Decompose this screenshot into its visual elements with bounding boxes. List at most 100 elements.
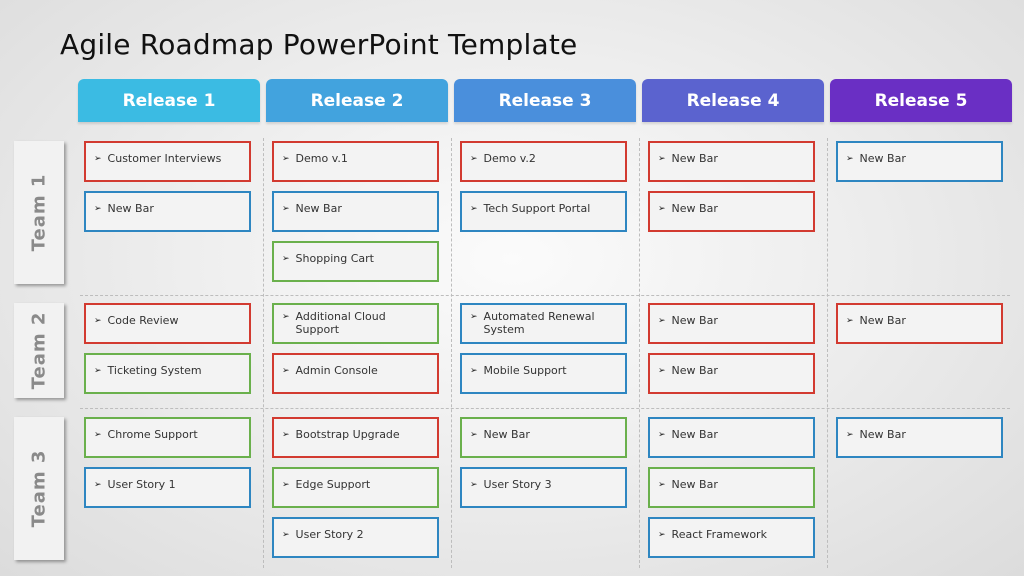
roadmap-item[interactable]: ➢ Demo v.1: [272, 141, 439, 182]
page-title: Agile Roadmap PowerPoint Template: [60, 28, 578, 61]
roadmap-item[interactable]: ➢ New Bar: [648, 191, 815, 232]
roadmap-item[interactable]: ➢ Tech Support Portal: [460, 191, 627, 232]
roadmap-item[interactable]: ➢ Ticketing System: [84, 353, 251, 394]
arrowhead-bullet-icon: ➢: [470, 154, 478, 164]
arrowhead-bullet-icon: ➢: [658, 154, 666, 164]
roadmap-item-label: Edge Support: [295, 478, 371, 491]
roadmap-item[interactable]: ➢ Admin Console: [272, 353, 439, 394]
arrowhead-bullet-icon: ➢: [658, 530, 666, 540]
team-label-text: Team 1: [28, 173, 50, 252]
roadmap-item-label: Demo v.2: [483, 152, 536, 165]
roadmap-item[interactable]: ➢ User Story 1: [84, 467, 251, 508]
roadmap-item[interactable]: ➢ New Bar: [648, 467, 815, 508]
arrowhead-bullet-icon: ➢: [658, 204, 666, 214]
roadmap-item-label: Chrome Support: [107, 428, 198, 441]
arrowhead-bullet-icon: ➢: [470, 312, 478, 322]
roadmap-item-label: New Bar: [671, 364, 718, 377]
roadmap-item[interactable]: ➢ New Bar: [648, 417, 815, 458]
roadmap-item[interactable]: ➢ Code Review: [84, 303, 251, 344]
roadmap-item-label: Admin Console: [295, 364, 378, 377]
roadmap-item[interactable]: ➢ Chrome Support: [84, 417, 251, 458]
roadmap-item[interactable]: ➢ New Bar: [836, 417, 1003, 458]
arrowhead-bullet-icon: ➢: [282, 366, 290, 376]
roadmap-item[interactable]: ➢ New Bar: [272, 191, 439, 232]
roadmap-item-label: Mobile Support: [483, 364, 567, 377]
column-divider: [639, 138, 640, 568]
column-divider: [451, 138, 452, 568]
roadmap-item-label: Customer Interviews: [107, 152, 222, 165]
roadmap-item-label: Tech Support Portal: [483, 202, 591, 215]
roadmap-item[interactable]: ➢ React Framework: [648, 517, 815, 558]
column-divider: [263, 138, 264, 568]
roadmap-item-label: Code Review: [107, 314, 179, 327]
arrowhead-bullet-icon: ➢: [658, 316, 666, 326]
arrowhead-bullet-icon: ➢: [282, 204, 290, 214]
roadmap-item[interactable]: ➢ Shopping Cart: [272, 241, 439, 282]
roadmap-item[interactable]: ➢ Additional Cloud Support: [272, 303, 439, 344]
roadmap-item[interactable]: ➢ Edge Support: [272, 467, 439, 508]
roadmap-item[interactable]: ➢ New Bar: [648, 141, 815, 182]
roadmap-item[interactable]: ➢ New Bar: [836, 303, 1003, 344]
team-label-1: Team 1: [14, 141, 64, 284]
arrowhead-bullet-icon: ➢: [282, 312, 290, 322]
arrowhead-bullet-icon: ➢: [282, 480, 290, 490]
arrowhead-bullet-icon: ➢: [94, 204, 102, 214]
roadmap-item-label: New Bar: [295, 202, 342, 215]
roadmap-item-label: React Framework: [671, 528, 767, 541]
arrowhead-bullet-icon: ➢: [282, 430, 290, 440]
roadmap-item-label: New Bar: [671, 478, 718, 491]
arrowhead-bullet-icon: ➢: [846, 154, 854, 164]
roadmap-item-label: Bootstrap Upgrade: [295, 428, 400, 441]
roadmap-item[interactable]: ➢ New Bar: [648, 353, 815, 394]
release-header-1[interactable]: Release 1: [78, 79, 260, 122]
arrowhead-bullet-icon: ➢: [282, 254, 290, 264]
roadmap-item[interactable]: ➢ Demo v.2: [460, 141, 627, 182]
release-header-3[interactable]: Release 3: [454, 79, 636, 122]
arrowhead-bullet-icon: ➢: [658, 430, 666, 440]
roadmap-item[interactable]: ➢ Mobile Support: [460, 353, 627, 394]
release-header-4[interactable]: Release 4: [642, 79, 824, 122]
arrowhead-bullet-icon: ➢: [94, 430, 102, 440]
roadmap-item-label: Ticketing System: [107, 364, 202, 377]
roadmap-item-label: User Story 2: [295, 528, 364, 541]
roadmap-item-label: New Bar: [859, 428, 906, 441]
column-divider: [827, 138, 828, 568]
arrowhead-bullet-icon: ➢: [470, 430, 478, 440]
release-header-5[interactable]: Release 5: [830, 79, 1012, 122]
team-label-text: Team 3: [28, 449, 50, 528]
roadmap-item[interactable]: ➢ New Bar: [836, 141, 1003, 182]
arrowhead-bullet-icon: ➢: [470, 204, 478, 214]
roadmap-item[interactable]: ➢ User Story 3: [460, 467, 627, 508]
roadmap-item[interactable]: ➢ Automated Renewal System: [460, 303, 627, 344]
team-label-2: Team 2: [14, 303, 64, 398]
roadmap-item-label: New Bar: [671, 152, 718, 165]
row-divider: [80, 408, 1010, 409]
arrowhead-bullet-icon: ➢: [94, 316, 102, 326]
roadmap-item-label: New Bar: [107, 202, 154, 215]
arrowhead-bullet-icon: ➢: [470, 366, 478, 376]
roadmap-item[interactable]: ➢ New Bar: [648, 303, 815, 344]
arrowhead-bullet-icon: ➢: [282, 530, 290, 540]
roadmap-item-label: New Bar: [671, 314, 718, 327]
roadmap-item[interactable]: ➢ Customer Interviews: [84, 141, 251, 182]
team-label-3: Team 3: [14, 417, 64, 560]
arrowhead-bullet-icon: ➢: [94, 154, 102, 164]
row-divider: [80, 295, 1010, 296]
arrowhead-bullet-icon: ➢: [846, 430, 854, 440]
arrowhead-bullet-icon: ➢: [658, 480, 666, 490]
arrowhead-bullet-icon: ➢: [94, 366, 102, 376]
roadmap-item-label: Additional Cloud Support: [295, 310, 386, 336]
arrowhead-bullet-icon: ➢: [470, 480, 478, 490]
release-header-2[interactable]: Release 2: [266, 79, 448, 122]
roadmap-item[interactable]: ➢ New Bar: [460, 417, 627, 458]
arrowhead-bullet-icon: ➢: [282, 154, 290, 164]
roadmap-item[interactable]: ➢ Bootstrap Upgrade: [272, 417, 439, 458]
team-label-text: Team 2: [28, 311, 50, 390]
roadmap-item-label: Automated Renewal System: [483, 310, 595, 336]
roadmap-item[interactable]: ➢ New Bar: [84, 191, 251, 232]
roadmap-item-label: User Story 1: [107, 478, 176, 491]
roadmap-item-label: New Bar: [859, 152, 906, 165]
roadmap-item-label: New Bar: [671, 202, 718, 215]
roadmap-item[interactable]: ➢ User Story 2: [272, 517, 439, 558]
arrowhead-bullet-icon: ➢: [846, 316, 854, 326]
